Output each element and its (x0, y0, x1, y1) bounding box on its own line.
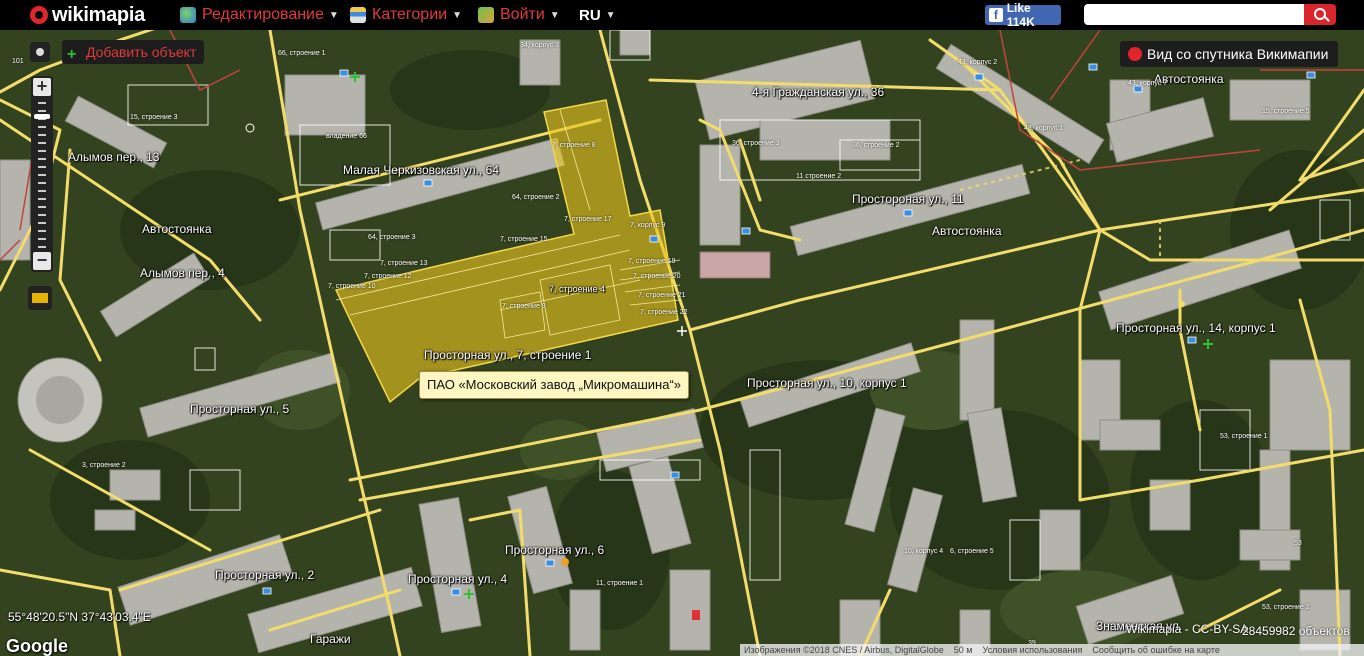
zoom-slider-thumb[interactable] (34, 114, 50, 119)
facebook-like-button[interactable]: f Like 114K (985, 1, 1061, 29)
map-label-small[interactable]: 53, строение 2 (1262, 604, 1310, 611)
categories-icon (350, 7, 366, 23)
add-icon: + (67, 46, 77, 63)
scale-label: 50 м (953, 645, 973, 655)
map-graphics (0, 30, 1364, 656)
chevron-down-icon: ▼ (328, 9, 339, 21)
report-error-link[interactable]: Сообщить об ошибке на карте (1092, 645, 1219, 655)
chevron-down-icon: ▼ (452, 9, 462, 21)
search-icon[interactable] (1304, 4, 1336, 25)
add-object-label: Добавить объект (86, 44, 197, 60)
map-label-small[interactable]: 3, строение 2 (82, 462, 126, 469)
map-label[interactable]: Автостоянка (932, 224, 1002, 238)
login-icon (478, 7, 494, 23)
map-label[interactable]: Просторная ул., 6 (505, 543, 604, 557)
globe-edit-icon (180, 7, 196, 23)
terms-link[interactable]: Условия использования (982, 645, 1082, 655)
search-input[interactable] (1084, 4, 1304, 25)
chevron-down-icon: ▼ (549, 9, 560, 21)
map-label-small[interactable]: 36, строение 2 (852, 142, 900, 149)
map-label-small[interactable]: 11 строение 2 (796, 173, 841, 180)
logo-text: wikimapia (52, 3, 145, 26)
map-label-small[interactable]: 7, строение 12 (364, 273, 412, 280)
map-label-small[interactable]: 34, корпус 3 (520, 42, 559, 49)
map-attribution: Изображения ©2018 CNES / Airbus, Digital… (740, 644, 1364, 656)
map-label[interactable]: Автостоянка (142, 222, 212, 236)
map-label-small[interactable]: 7, строение 21 (638, 292, 686, 299)
zoom-control: + − (31, 76, 53, 272)
map-label-small[interactable]: 43, корпус 7 (1128, 80, 1167, 87)
map-label[interactable]: Малая Черкизовская ул., 64 (343, 163, 499, 177)
map-label-small[interactable]: 66, строение 1 (278, 50, 326, 57)
zoom-in-button[interactable]: + (33, 77, 51, 96)
satellite-view-button[interactable]: Вид со спутника Викимапии (1120, 41, 1339, 67)
map-label[interactable]: Просторная ул., 2 (215, 568, 314, 582)
wikimapia-logo-icon (30, 6, 48, 24)
map-label-small[interactable]: 7, корпус 9 (630, 222, 665, 229)
map-label-small[interactable]: 7, строение 17 (564, 216, 612, 223)
zoom-slider-track[interactable] (38, 102, 46, 250)
wikimapia-logo[interactable]: wikimapia (30, 3, 145, 27)
facebook-icon: f (989, 8, 1003, 22)
map-label[interactable]: Алымов пер., 13 (68, 150, 159, 164)
menu-login[interactable]: Войти ▼ (478, 5, 560, 25)
map-label[interactable]: Просторная ул., 10, корпус 1 (747, 376, 907, 390)
map-label-small[interactable]: 7, строение 22 (640, 309, 688, 316)
add-object-button[interactable]: + Добавить объект (62, 40, 205, 64)
object-tooltip: ПАО «Московский завод „Микромашина“» (419, 371, 690, 399)
license-text[interactable]: Wikimapia - CC-BY-SA (1126, 622, 1248, 636)
chevron-down-icon: ▼ (605, 9, 616, 21)
map-label-small[interactable]: 36, строение 3 (732, 140, 780, 147)
menu-categories-label: Категории (372, 6, 448, 23)
map-label[interactable]: 7, строение 4 (549, 284, 605, 294)
cursor-coordinates: 55°48'20.5"N 37°43'03.4"E (8, 610, 151, 624)
map-label-small[interactable]: 7, строение 9 (502, 303, 546, 310)
map-label[interactable]: Просторная ул., 5 (190, 402, 289, 416)
map-label-small[interactable]: 43, корпус 2 (958, 59, 997, 66)
menu-categories[interactable]: Категории ▼ (350, 5, 462, 25)
map-label-small[interactable]: 11, строение 1 (596, 580, 643, 587)
google-logo: Google (6, 636, 68, 656)
menu-login-label: Войти (500, 6, 545, 23)
language-label: RU (579, 6, 601, 24)
map-label[interactable]: 4-я Гражданская ул., 36 (752, 85, 884, 99)
map-label-small[interactable]: 15, строение 5 (1262, 108, 1310, 115)
map-label-small[interactable]: 7, строение 10 (328, 283, 376, 290)
map-label-small[interactable]: 101 (12, 58, 24, 65)
map-label-small[interactable]: 7, строение 15 (500, 236, 548, 243)
object-count: 28459982 объектов (1242, 624, 1350, 638)
map-label-small[interactable]: 53, строение 1 (1220, 433, 1268, 440)
menu-edit-label: Редактирование (202, 6, 324, 23)
map-label-small[interactable]: 6, строение 5 (950, 548, 994, 555)
map-label-small[interactable]: 53 (1294, 540, 1302, 547)
menu-edit[interactable]: Редактирование ▼ (180, 5, 339, 25)
map-label-small[interactable]: 7, строение 19 (628, 258, 676, 265)
map-label-small[interactable]: 7, строение 20 (633, 273, 681, 280)
map-label[interactable]: Просторная ул., 7, строение 1 (424, 348, 591, 362)
map-label[interactable]: Алымов пер., 4 (140, 266, 225, 280)
top-bar: wikimapia Редактирование ▼ Категории ▼ В… (0, 0, 1364, 30)
map-label-small[interactable]: 15, строение 3 (130, 114, 178, 121)
map-canvas[interactable]: + Добавить объект + − Вид со спутника Ви… (0, 30, 1364, 656)
map-label[interactable]: Гаражи (310, 632, 351, 646)
map-label-small[interactable]: 7, строение 13 (380, 260, 428, 267)
language-select[interactable]: RU ▼ (579, 5, 616, 25)
map-label-small[interactable]: 10, корпус 4 (904, 548, 943, 555)
locate-me-icon[interactable] (30, 42, 50, 62)
map-label-small[interactable]: 64, строение 2 (512, 194, 560, 201)
map-label[interactable]: Простороная ул., 11 (852, 192, 964, 206)
map-label[interactable]: Просторная ул., 4 (408, 572, 507, 586)
map-label[interactable]: Просторная ул., 14, корпус 1 (1116, 321, 1276, 335)
map-label-small[interactable]: владение 66 (326, 133, 367, 140)
zoom-out-button[interactable]: − (33, 251, 51, 270)
imagery-credit: Изображения ©2018 CNES / Airbus, Digital… (744, 645, 944, 655)
map-label-small[interactable]: 43, корпус 1 (1024, 125, 1063, 132)
ruler-icon[interactable] (28, 286, 52, 310)
facebook-like-label: Like 114K (1006, 1, 1035, 29)
map-label-small[interactable]: 64, строение 3 (368, 234, 416, 241)
map-label-small[interactable]: 7, строение 8 (552, 142, 596, 149)
